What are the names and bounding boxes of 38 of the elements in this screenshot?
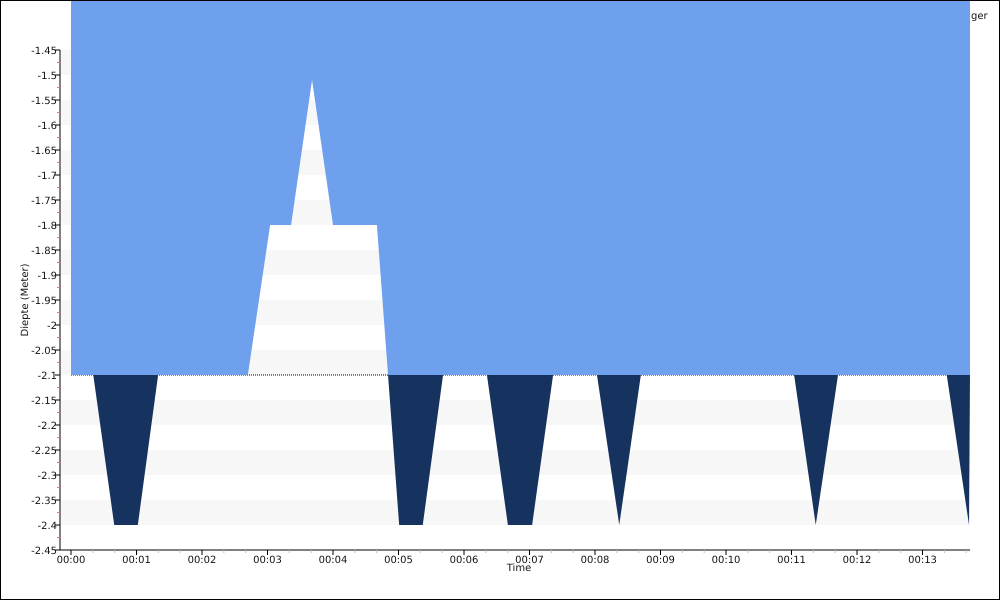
tick-label: -1.95 xyxy=(31,296,57,307)
tick-label: -1.75 xyxy=(31,196,57,207)
tick-label: 00:05 xyxy=(384,555,413,566)
tick-label: 00:11 xyxy=(777,555,806,566)
tick-label: -2.15 xyxy=(31,396,57,407)
tick-label: 00:07 xyxy=(515,555,544,566)
tick-label: -1.6 xyxy=(37,121,57,132)
tick-label: -1.9 xyxy=(37,271,57,282)
tick-label: 00:08 xyxy=(580,555,610,566)
tick-label: -2.2 xyxy=(37,421,57,432)
tick-label: 00:09 xyxy=(646,555,675,566)
tick-label: -2.05 xyxy=(31,346,57,357)
tick-label: 00:02 xyxy=(188,555,216,566)
tick-label: -2.3 xyxy=(37,471,57,482)
tick-label: -1.7 xyxy=(37,171,57,182)
legend-label: ger xyxy=(971,11,988,22)
tick-label: 00:13 xyxy=(908,555,937,566)
tick-label: 00:12 xyxy=(842,555,872,566)
tick-label: 00:10 xyxy=(712,555,740,566)
tick-label: -2.35 xyxy=(31,496,57,507)
tick-label: -1.5 xyxy=(37,71,57,82)
tick-label: -2.1 xyxy=(37,371,57,382)
tick-label: 00:04 xyxy=(318,555,348,566)
tick-label: 00:01 xyxy=(122,555,151,566)
tick-label: -1.65 xyxy=(31,146,57,157)
tick-label: -2.45 xyxy=(31,546,57,557)
axis-title: Diepte (Meter) xyxy=(20,264,31,336)
tick-label: -1.85 xyxy=(31,246,57,257)
tick-label: -2.25 xyxy=(31,446,57,457)
tick-label: -1.8 xyxy=(37,221,57,232)
tick-label: -2 xyxy=(47,321,57,332)
tick-label: 00:00 xyxy=(56,555,86,566)
tick-label: 00:03 xyxy=(253,555,282,566)
tick-label: -1.45 xyxy=(31,46,57,57)
axis-title: Time xyxy=(506,563,532,574)
tick-label: 00:06 xyxy=(450,555,478,566)
tick-label: -2.4 xyxy=(37,521,57,532)
tick-label: -1.55 xyxy=(31,96,57,107)
